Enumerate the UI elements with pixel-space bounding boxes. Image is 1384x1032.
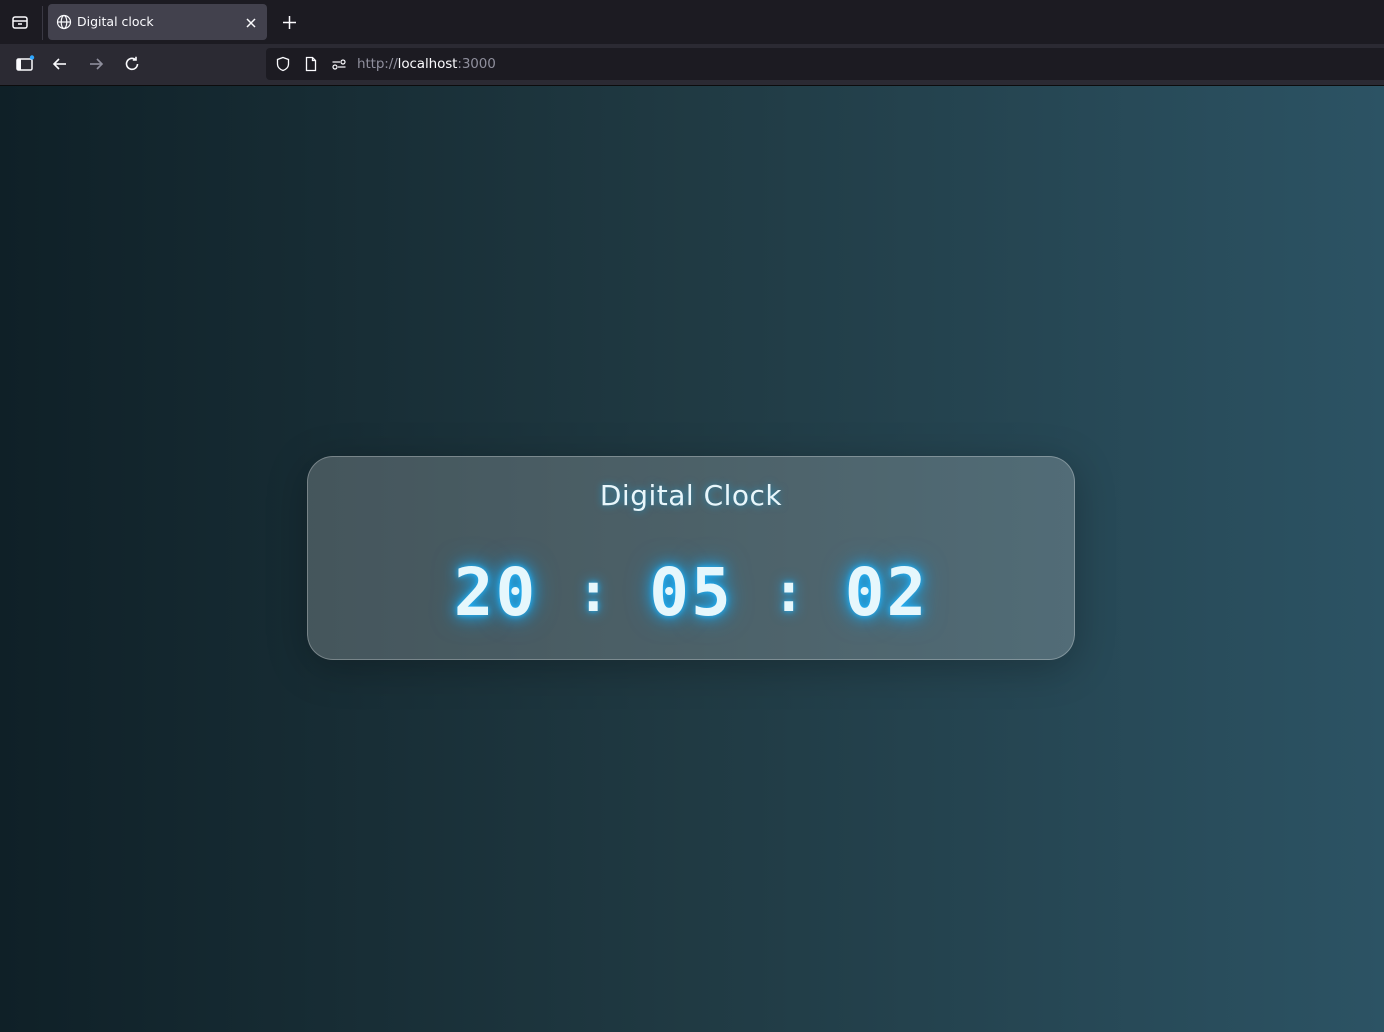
tab-title: Digital clock: [77, 14, 154, 29]
globe-icon: [56, 14, 72, 30]
clock-separator: :: [772, 561, 805, 624]
clock-card: Digital Clock 20 : 05 : 02: [307, 456, 1075, 660]
tab-strip: Digital clock: [0, 0, 1384, 44]
clock-title: Digital Clock: [599, 479, 783, 512]
back-arrow-icon[interactable]: [51, 55, 69, 73]
sidebar-icon[interactable]: [15, 55, 35, 73]
clock-hours: 20: [453, 554, 538, 631]
page-icon[interactable]: [303, 56, 319, 72]
reload-icon[interactable]: [123, 55, 141, 73]
url-host: localhost: [397, 56, 458, 72]
shield-icon[interactable]: [275, 56, 291, 72]
clock-separator: :: [576, 561, 610, 624]
url-bar[interactable]: http://localhost:3000: [266, 48, 1384, 80]
navigation-toolbar: http://localhost:3000: [0, 44, 1384, 86]
tab-divider: [42, 6, 43, 40]
clock-minutes: 05: [649, 554, 733, 631]
url-scheme: http://: [357, 56, 398, 72]
tab-list-icon[interactable]: [8, 10, 32, 34]
permissions-icon[interactable]: [331, 56, 347, 72]
clock-seconds: 02: [844, 554, 929, 631]
close-tab-icon[interactable]: [244, 15, 258, 29]
forward-arrow-icon[interactable]: [87, 55, 105, 73]
url-port: :3000: [457, 56, 496, 72]
new-tab-icon[interactable]: [281, 14, 298, 31]
url-text[interactable]: http://localhost:3000: [357, 56, 496, 72]
clock-time: 20 : 05 : 02: [308, 557, 1074, 629]
page-viewport: Digital Clock 20 : 05 : 02: [0, 86, 1384, 1032]
tab-digital-clock[interactable]: Digital clock: [48, 4, 267, 40]
